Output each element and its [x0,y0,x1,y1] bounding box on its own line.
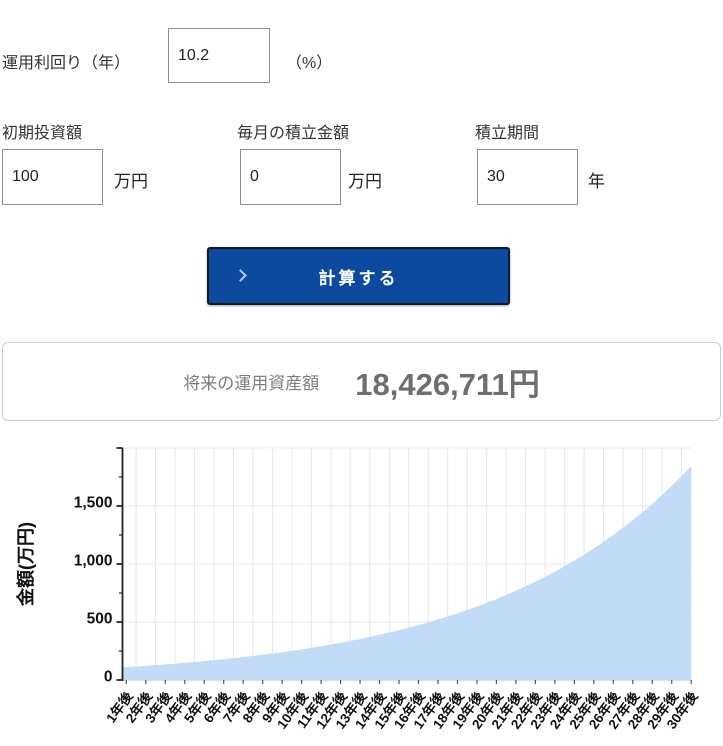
y-tick-label: 500 [87,611,113,628]
y-axis-title: 金額(万円) [15,522,36,607]
y-tick-label: 0 [104,669,113,686]
yield-input[interactable] [168,28,270,83]
monthly-amount-label: 毎月の積立金額 [237,125,350,142]
initial-amount-label: 初期投資額 [2,125,83,142]
period-input[interactable] [477,149,578,205]
result-value: 18,426,711円 [355,367,540,402]
monthly-amount-input[interactable] [240,149,341,205]
yield-unit-label: （%） [286,55,333,72]
result-label: 将来の運用資産額 [183,374,320,393]
asset-growth-chart: 05001,0001,5001年後2年後3年後4年後5年後6年後7年後8年後9年… [15,447,701,732]
yield-label: 運用利回り（年） [2,55,131,72]
initial-amount-input[interactable] [2,149,103,205]
asset-area-series [122,466,692,680]
initial-amount-unit: 万円 [114,172,148,191]
calculate-button[interactable]: 計算する [207,247,510,305]
chevron-right-icon [234,269,247,282]
y-tick-label: 1,500 [74,495,113,512]
monthly-amount-unit: 万円 [348,172,382,191]
result-panel: 将来の運用資産額 18,426,711円 [2,342,721,421]
period-label: 積立期間 [475,125,540,142]
calculate-button-label: 計算する [318,268,399,288]
period-unit: 年 [588,172,605,191]
y-tick-label: 1,000 [74,553,113,570]
